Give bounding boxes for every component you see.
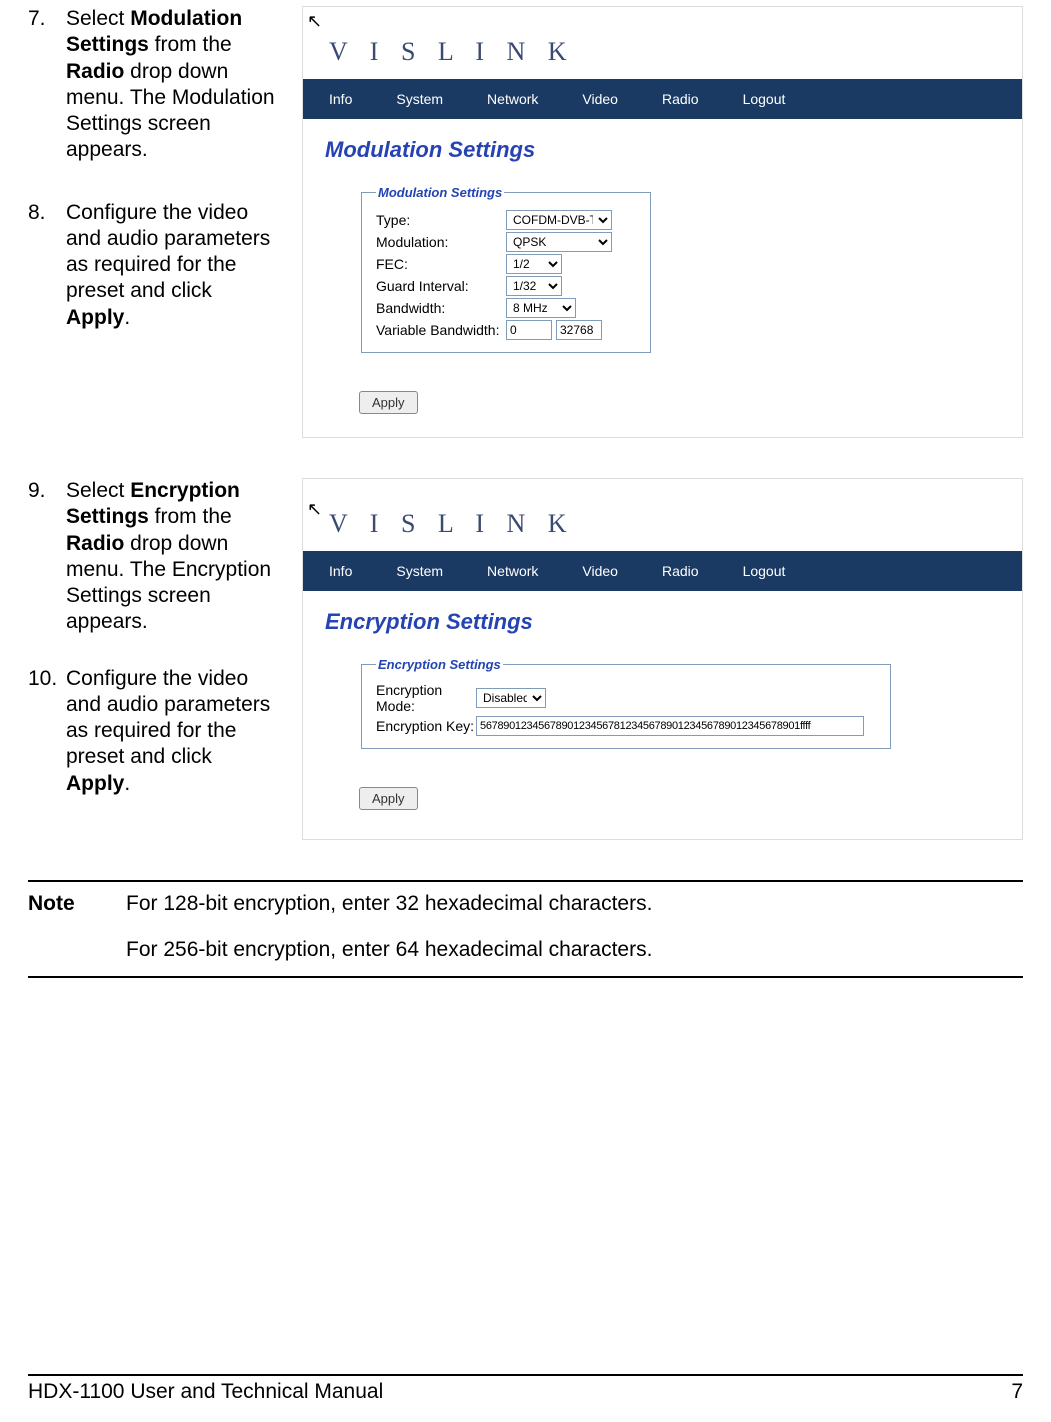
vislink-logo: V I S L I N K (329, 509, 575, 538)
note-line-2: For 256-bit encryption, enter 64 hexadec… (126, 938, 652, 962)
step-10: 10. Configure the video and audio parame… (28, 666, 278, 797)
label-type: Type: (376, 212, 506, 228)
encryption-legend: Encryption Settings (376, 657, 503, 672)
panel-title-modulation: Modulation Settings (303, 119, 1022, 185)
row-fec: FEC: 1/2 (376, 254, 636, 274)
modulation-fieldset: Modulation Settings Type: COFDM-DVB-T Mo… (361, 185, 651, 353)
txt: Configure the video and audio parameters… (66, 667, 270, 769)
note-label: Note (28, 892, 100, 962)
enc-mode-select[interactable]: Disabled (476, 688, 546, 708)
fec-select[interactable]: 1/2 (506, 254, 562, 274)
nav-logout[interactable]: Logout (743, 91, 786, 107)
note-block: Note For 128-bit encryption, enter 32 he… (28, 880, 1023, 978)
page-footer: HDX-1100 User and Technical Manual 7 (28, 1374, 1023, 1404)
navbar: Info System Network Video Radio Logout (303, 79, 1022, 119)
row-enc-key: Encryption Key: (376, 716, 876, 736)
document-page: 7. Select Modulation Settings from the R… (0, 0, 1051, 1422)
vbw-input-1[interactable] (506, 320, 552, 340)
bold: Apply (66, 772, 124, 795)
cursor-icon: ↖ (307, 499, 322, 520)
step-text: Configure the video and audio parameters… (66, 200, 278, 331)
logo-area: V I S L I N K (303, 479, 1022, 551)
apply-button[interactable]: Apply (359, 391, 418, 414)
txt: Configure the video and audio parameters… (66, 201, 270, 303)
row-guard: Guard Interval: 1/32 (376, 276, 636, 296)
enc-key-input[interactable] (476, 716, 864, 736)
modulation-fieldset-wrap: Modulation Settings Type: COFDM-DVB-T Mo… (303, 185, 1022, 377)
panel-title-encryption: Encryption Settings (303, 591, 1022, 657)
bw-select[interactable]: 8 MHz (506, 298, 576, 318)
row-modulation: 7. Select Modulation Settings from the R… (28, 6, 1023, 438)
footer-page: 7 (1011, 1380, 1023, 1404)
modulation-screenshot: ↖ V I S L I N K Info System Network Vide… (302, 6, 1023, 438)
footer-title: HDX-1100 User and Technical Manual (28, 1380, 383, 1404)
encryption-fieldset: Encryption Settings Encryption Mode: Dis… (361, 657, 891, 749)
step-num: 10. (28, 666, 66, 797)
txt: Select (66, 479, 130, 502)
apply-wrap: Apply (303, 377, 1022, 424)
nav-info[interactable]: Info (329, 91, 352, 107)
label-enc-mode: Encryption Mode: (376, 682, 476, 714)
step-text: Select Modulation Settings from the Radi… (66, 6, 278, 164)
navbar: Info System Network Video Radio Logout (303, 551, 1022, 591)
nav-system[interactable]: System (396, 563, 443, 579)
instructions-col-2: 9. Select Encryption Settings from the R… (28, 478, 278, 825)
txt: . (124, 772, 130, 795)
note-text: For 128-bit encryption, enter 32 hexadec… (126, 892, 652, 962)
modulation-select[interactable]: QPSK (506, 232, 612, 252)
step-8: 8. Configure the video and audio paramet… (28, 200, 278, 331)
step-text: Select Encryption Settings from the Radi… (66, 478, 278, 636)
type-select[interactable]: COFDM-DVB-T (506, 210, 612, 230)
nav-system[interactable]: System (396, 91, 443, 107)
step-num: 9. (28, 478, 66, 636)
nav-radio[interactable]: Radio (662, 91, 699, 107)
row-modulation: Modulation: QPSK (376, 232, 636, 252)
encryption-screenshot: ↖ V I S L I N K Info System Network Vide… (302, 478, 1023, 840)
step-num: 8. (28, 200, 66, 331)
nav-network[interactable]: Network (487, 91, 538, 107)
vbw-input-2[interactable] (556, 320, 602, 340)
txt: from the (149, 505, 232, 528)
row-type: Type: COFDM-DVB-T (376, 210, 636, 230)
instructions-col-1: 7. Select Modulation Settings from the R… (28, 6, 278, 359)
nav-info[interactable]: Info (329, 563, 352, 579)
label-bw: Bandwidth: (376, 300, 506, 316)
vislink-logo: V I S L I N K (329, 37, 575, 66)
row-bw: Bandwidth: 8 MHz (376, 298, 636, 318)
label-modulation: Modulation: (376, 234, 506, 250)
step-text: Configure the video and audio parameters… (66, 666, 278, 797)
guard-select[interactable]: 1/32 (506, 276, 562, 296)
apply-wrap: Apply (303, 773, 1022, 820)
encryption-fieldset-wrap: Encryption Settings Encryption Mode: Dis… (303, 657, 1022, 773)
note-flex: Note For 128-bit encryption, enter 32 he… (28, 892, 1023, 962)
bold: Apply (66, 306, 124, 329)
step-7: 7. Select Modulation Settings from the R… (28, 6, 278, 164)
label-guard: Guard Interval: (376, 278, 506, 294)
label-fec: FEC: (376, 256, 506, 272)
row-enc-mode: Encryption Mode: Disabled (376, 682, 876, 714)
logo-area: V I S L I N K (303, 7, 1022, 79)
label-vbw: Variable Bandwidth: (376, 322, 506, 338)
txt: from the (149, 33, 232, 56)
nav-video[interactable]: Video (582, 91, 618, 107)
apply-button[interactable]: Apply (359, 787, 418, 810)
cursor-icon: ↖ (307, 11, 322, 32)
step-9: 9. Select Encryption Settings from the R… (28, 478, 278, 636)
note-line-1: For 128-bit encryption, enter 32 hexadec… (126, 892, 652, 916)
txt: . (124, 306, 130, 329)
txt: Select (66, 7, 130, 30)
modulation-legend: Modulation Settings (376, 185, 504, 200)
bold: Radio (66, 532, 124, 555)
nav-network[interactable]: Network (487, 563, 538, 579)
nav-video[interactable]: Video (582, 563, 618, 579)
label-enc-key: Encryption Key: (376, 718, 476, 734)
row-encryption: 9. Select Encryption Settings from the R… (28, 478, 1023, 840)
nav-radio[interactable]: Radio (662, 563, 699, 579)
step-num: 7. (28, 6, 66, 164)
row-vbw: Variable Bandwidth: (376, 320, 636, 340)
nav-logout[interactable]: Logout (743, 563, 786, 579)
bold: Radio (66, 60, 124, 83)
